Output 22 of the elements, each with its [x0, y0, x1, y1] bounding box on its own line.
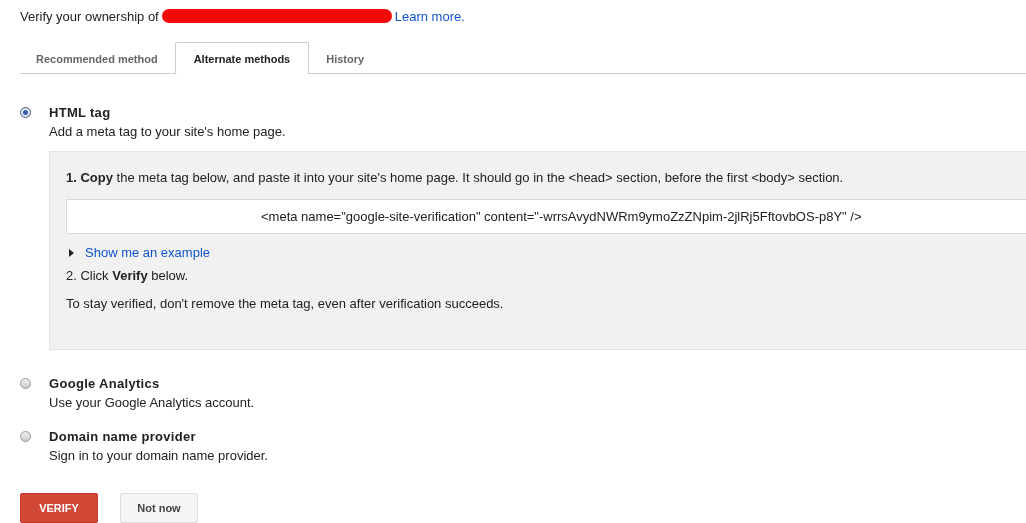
intro-text: Verify your ownership of	[20, 8, 159, 24]
step-text: 1. Copy the meta tag below, and paste it into your site's home page. It should go in the <head> section, before the first <body> section.	[66, 170, 845, 185]
method-description: Sign in to your domain name provider.	[49, 448, 269, 463]
method-description: Use your Google Analytics account.	[49, 395, 256, 410]
radio-button[interactable]	[20, 107, 31, 118]
learn-more-link[interactable]: Learn more.	[394, 8, 465, 24]
expand-arrow-icon[interactable]	[69, 248, 74, 257]
tab[interactable]: Alternate methods	[174, 42, 310, 74]
method-description: Add a meta tag to your site's home page.	[49, 124, 287, 139]
tab[interactable]: Recommended method	[20, 42, 175, 74]
step-text: 2. Click Verify below.	[66, 268, 190, 283]
method-title: HTML tag	[49, 105, 112, 120]
example-link[interactable]: Show me an example	[85, 245, 210, 260]
cancel-button[interactable]: Not now	[120, 493, 198, 523]
tab[interactable]: History	[309, 42, 382, 74]
method-title: Google Analytics	[49, 376, 161, 391]
method-title: Domain name provider	[49, 429, 197, 444]
verify-button[interactable]: VERIFY	[20, 493, 98, 523]
radio-button[interactable]	[20, 378, 31, 389]
note-text: To stay verified, don't remove the meta tag, even after verification succeeds.	[66, 296, 505, 311]
meta-tag-field[interactable]: <meta name="google-site-verification" content="-wrrsAvydNWRm9ymoZzZNpim-2jlRj5FftovbOS-p8Y" />	[66, 199, 1026, 234]
radio-button[interactable]	[20, 431, 31, 442]
